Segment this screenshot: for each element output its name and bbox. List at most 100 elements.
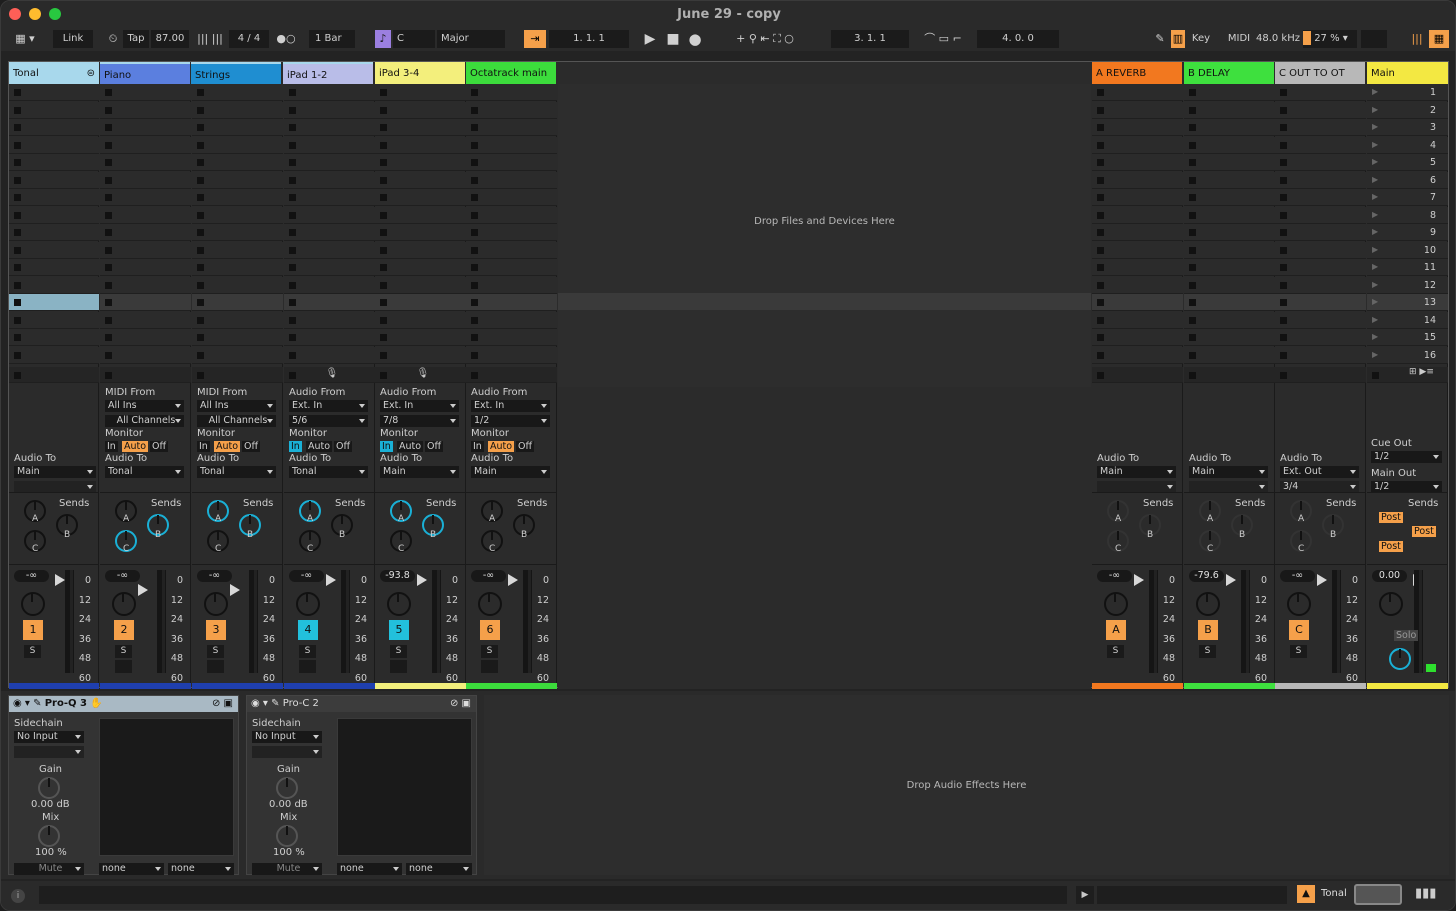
track-header-tonal[interactable]: Tonal ⊜ xyxy=(9,62,99,84)
clip-slot[interactable] xyxy=(1184,329,1275,346)
clip-stop-icon[interactable] xyxy=(105,281,112,289)
clip-stop-icon[interactable] xyxy=(289,281,296,289)
clip-slot[interactable] xyxy=(1092,136,1183,154)
arrangement-position-field[interactable]: 1. 1. 1 xyxy=(549,30,629,48)
clip-slot[interactable] xyxy=(9,276,99,294)
clip-slot[interactable] xyxy=(375,294,466,311)
volume-field[interactable]: -∞ xyxy=(289,570,324,582)
clip-slot[interactable] xyxy=(9,259,99,276)
clip-slot[interactable] xyxy=(375,189,466,206)
clip-stop-icon[interactable] xyxy=(471,229,478,236)
clip-slot[interactable] xyxy=(9,154,99,171)
clip-slot[interactable] xyxy=(1092,224,1183,241)
route-select-2[interactable]: none xyxy=(168,863,234,875)
clip-stop-icon[interactable] xyxy=(1280,141,1287,149)
return-header-b[interactable]: B DELAY xyxy=(1184,62,1274,84)
clip-slot[interactable] xyxy=(466,294,557,311)
clip-slot[interactable] xyxy=(1184,241,1275,259)
clip-stop-icon[interactable] xyxy=(1189,141,1196,149)
volume-fader-icon[interactable] xyxy=(138,584,148,596)
clip-slot[interactable]: ▶ 6 xyxy=(1367,171,1448,189)
volume-field[interactable]: -∞ xyxy=(14,570,49,582)
clip-stop-icon[interactable] xyxy=(1280,106,1287,114)
volume-fader-icon[interactable] xyxy=(230,584,240,596)
clip-slot[interactable] xyxy=(1275,84,1366,101)
sidechain-input-select[interactable]: No Input xyxy=(14,731,84,743)
output-select[interactable]: Main xyxy=(1097,466,1176,478)
clip-stop-icon[interactable] xyxy=(1097,334,1104,341)
clip-slot[interactable] xyxy=(1275,154,1366,171)
pan-knob[interactable] xyxy=(1104,592,1128,616)
io-toggle-icon[interactable]: ||| xyxy=(1409,30,1425,48)
clip-slot[interactable] xyxy=(1275,241,1366,259)
clip-stop-icon[interactable] xyxy=(1097,159,1104,166)
clip-slot[interactable] xyxy=(100,241,191,259)
clip-stop-icon[interactable] xyxy=(1280,211,1287,219)
clip-slot[interactable] xyxy=(100,224,191,241)
clip-stop-icon[interactable] xyxy=(105,159,112,166)
clip-stop-icon[interactable] xyxy=(471,194,478,201)
clip-stop-icon[interactable] xyxy=(105,89,112,96)
clip-slot[interactable] xyxy=(1184,101,1275,119)
pan-knob[interactable] xyxy=(21,592,45,616)
mute-button[interactable]: Mute xyxy=(14,863,84,875)
clip-stop-icon[interactable] xyxy=(1280,281,1287,289)
clip-slot[interactable] xyxy=(284,346,375,364)
clip-slot[interactable] xyxy=(192,224,283,241)
mix-knob[interactable] xyxy=(38,825,60,847)
gain-knob[interactable] xyxy=(276,777,298,799)
track-activator-button[interactable]: 3 xyxy=(206,620,226,640)
scene-launch-icon[interactable]: ▶ xyxy=(1372,297,1378,306)
tempo-field[interactable]: 87.00 xyxy=(151,30,189,48)
clip-slot[interactable] xyxy=(284,259,375,276)
clip-slot[interactable] xyxy=(1184,259,1275,276)
clip-slot[interactable] xyxy=(375,84,466,101)
clip-slot[interactable] xyxy=(192,346,283,364)
clip-slot[interactable] xyxy=(192,259,283,276)
monitor-in-button[interactable]: In xyxy=(197,441,210,452)
arm-button[interactable] xyxy=(390,660,407,673)
volume-field[interactable]: -∞ xyxy=(471,570,506,582)
pan-knob[interactable] xyxy=(1379,592,1403,616)
clip-stop-icon[interactable] xyxy=(289,124,296,131)
monitor-off-button[interactable]: Off xyxy=(425,441,444,452)
nudge-icon[interactable]: ||| ||| xyxy=(193,30,227,48)
clip-slot[interactable] xyxy=(375,119,466,136)
clip-stop-icon[interactable] xyxy=(380,89,387,96)
input-select[interactable]: All Ins xyxy=(197,400,276,412)
volume-field[interactable]: -93.8 xyxy=(380,570,415,582)
clip-slot[interactable] xyxy=(100,276,191,294)
sidechain-source-select[interactable] xyxy=(14,746,84,758)
stop-all-icon[interactable] xyxy=(14,372,21,379)
clip-stop-icon[interactable] xyxy=(289,159,296,166)
clip-stop-icon[interactable] xyxy=(14,124,21,131)
clip-stop-icon[interactable] xyxy=(380,229,387,236)
clip-slot[interactable] xyxy=(192,206,283,224)
clip-stop-icon[interactable] xyxy=(197,281,204,289)
clip-slot[interactable] xyxy=(375,136,466,154)
clip-slot[interactable] xyxy=(9,241,99,259)
clip-slot[interactable] xyxy=(9,294,99,311)
scale-mode-icon[interactable]: ♪ xyxy=(375,30,391,48)
clip-stop-icon[interactable] xyxy=(14,176,21,184)
clip-slot[interactable] xyxy=(284,154,375,171)
clip-stop-icon[interactable] xyxy=(1280,299,1287,306)
clip-slot[interactable] xyxy=(466,101,557,119)
track-header-ipad-3-4[interactable]: iPad 3-4 xyxy=(375,62,465,84)
input-channel-select[interactable]: 5/6 xyxy=(289,415,368,427)
clip-slot[interactable] xyxy=(1275,119,1366,136)
device-power-icon[interactable]: ◉ xyxy=(251,698,260,709)
track-header-piano[interactable]: Piano xyxy=(100,62,190,84)
volume-fader-icon[interactable] xyxy=(326,574,336,586)
clip-stop-icon[interactable] xyxy=(14,264,21,271)
clip-slot[interactable] xyxy=(466,224,557,241)
clip-slot[interactable] xyxy=(100,311,191,329)
clip-stop-icon[interactable] xyxy=(197,124,204,131)
clip-stop-icon[interactable] xyxy=(471,351,478,359)
sidechain-input-select[interactable]: No Input xyxy=(252,731,322,743)
clip-stop-icon[interactable] xyxy=(1097,141,1104,149)
clip-stop-icon[interactable] xyxy=(1189,194,1196,201)
clip-slot[interactable] xyxy=(284,329,375,346)
clip-stop-icon[interactable] xyxy=(197,351,204,359)
volume-fader-icon[interactable] xyxy=(55,574,65,586)
